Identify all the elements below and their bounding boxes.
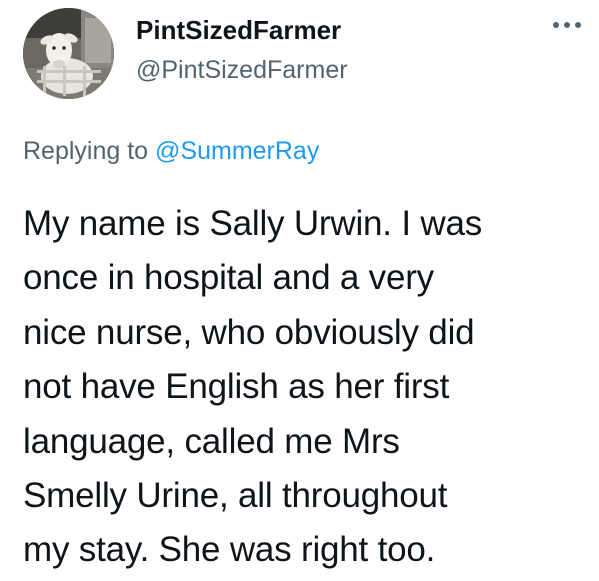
dot <box>564 22 570 28</box>
tweet-text-line: my stay. She was right too. <box>23 530 436 570</box>
replying-to-line: Replying to @SummerRay <box>23 134 319 168</box>
sheep-avatar-icon <box>23 8 114 99</box>
more-options-button[interactable] <box>549 10 585 38</box>
tweet-text-line: not have English as her first <box>23 367 450 407</box>
replying-to-label: Replying to <box>23 137 149 165</box>
author-handle[interactable]: @PintSizedFarmer <box>136 53 348 87</box>
tweet-text-line: nice nurse, who obviously did <box>23 312 475 352</box>
dot <box>553 22 559 28</box>
author-display-name[interactable]: PintSizedFarmer <box>136 12 341 48</box>
tweet-card: PintSizedFarmer @PintSizedFarmer Replyin… <box>0 0 599 581</box>
tweet-text-line: language, called me Mrs <box>23 421 400 461</box>
dot <box>575 22 581 28</box>
tweet-text-line: Smelly Urine, all throughout <box>23 476 448 516</box>
tweet-text-line: once in hospital and a very <box>23 258 434 298</box>
more-options-icon <box>553 22 581 28</box>
reply-mention-link[interactable]: @SummerRay <box>155 137 319 165</box>
tweet-text-line: My name is Sally Urwin. I was <box>23 204 483 243</box>
tweet-text: My name is Sally Urwin. I was once in ho… <box>23 197 588 578</box>
author-avatar[interactable] <box>23 8 114 99</box>
